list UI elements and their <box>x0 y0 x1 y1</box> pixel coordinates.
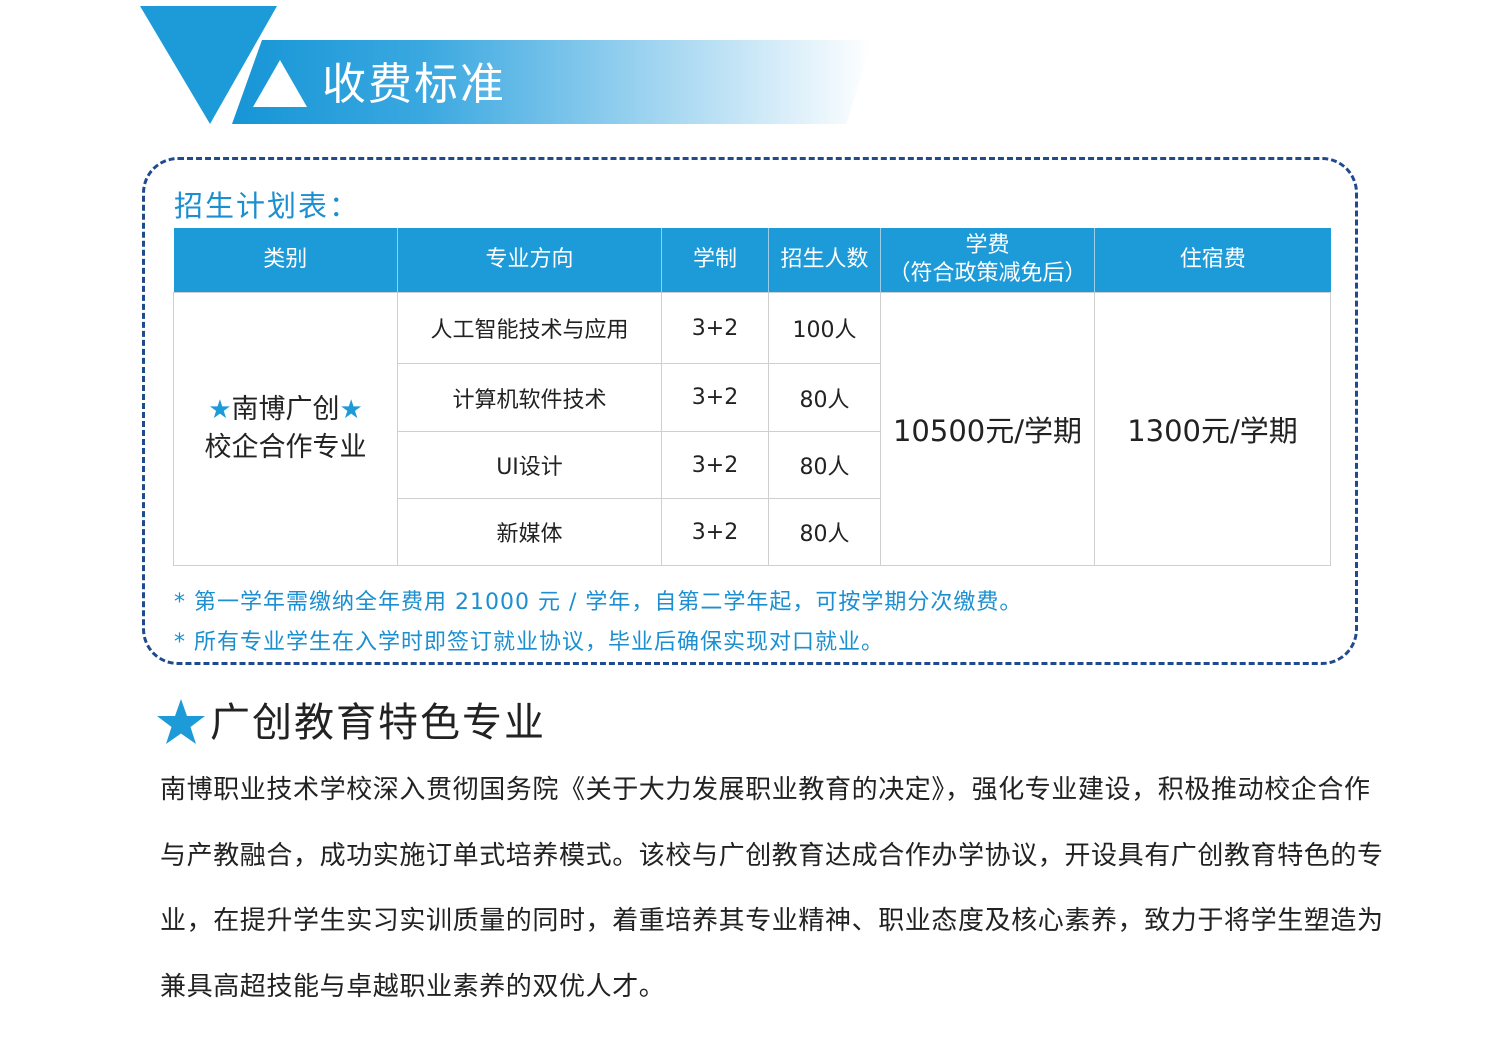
table-row: ★南博广创★ 校企合作专业 人工智能技术与应用 3+2 100人 10500元/… <box>173 292 1331 566</box>
major-cell: UI设计 <box>397 431 662 499</box>
header-dorm: 住宿费 <box>1094 228 1331 293</box>
featured-title: 广创教育特色专业 <box>210 700 546 746</box>
table-header-row: 类别 专业方向 学制 招生人数 学费 （符合政策减免后） 住宿费 <box>173 228 1331 293</box>
major-cell: 新媒体 <box>397 498 662 566</box>
star-icon: ★ <box>339 395 363 425</box>
header-enroll: 招生人数 <box>768 228 881 293</box>
employment-note: * 所有专业学生在入学时即签订就业协议，毕业后确保实现对口就业。 <box>174 630 884 655</box>
category-line-2: 校企合作专业 <box>204 432 367 463</box>
category-cell: ★南博广创★ 校企合作专业 <box>173 292 398 566</box>
duration-cell: 3+2 <box>661 431 769 499</box>
enroll-cell: 80人 <box>768 498 881 566</box>
section-title: 收费标准 <box>322 59 506 110</box>
header-tuition: 学费 （符合政策减免后） <box>880 228 1095 293</box>
enroll-cell: 80人 <box>768 431 881 499</box>
category-line-1: ★南博广创★ <box>174 391 397 429</box>
triangle-icon <box>253 60 307 107</box>
category-name: 南博广创 <box>231 394 340 425</box>
enrollment-table: 类别 专业方向 学制 招生人数 学费 （符合政策减免后） 住宿费 ★南博广创★ … <box>173 228 1331 566</box>
header-category: 类别 <box>173 228 398 293</box>
enroll-cell: 80人 <box>768 363 881 432</box>
tuition-cell: 10500元/学期 <box>880 292 1095 566</box>
duration-cell: 3+2 <box>661 292 769 364</box>
header-tuition-label: 学费 <box>965 233 1010 258</box>
header-major: 专业方向 <box>397 228 662 293</box>
major-cell: 人工智能技术与应用 <box>397 292 662 364</box>
fee-note: * 第一学年需缴纳全年费用 21000 元 / 学年，自第二学年起，可按学期分次… <box>174 590 1023 615</box>
dorm-fee-cell: 1300元/学期 <box>1094 292 1331 566</box>
star-icon: ★ <box>208 395 232 425</box>
enroll-cell: 100人 <box>768 292 881 364</box>
duration-cell: 3+2 <box>661 498 769 566</box>
duration-cell: 3+2 <box>661 363 769 432</box>
plan-title: 招生计划表： <box>174 189 361 223</box>
star-icon <box>157 699 205 744</box>
header-duration: 学制 <box>661 228 769 293</box>
major-cell: 计算机软件技术 <box>397 363 662 432</box>
header-tuition-note: （符合政策减免后） <box>888 261 1087 286</box>
featured-paragraph: 南博职业技术学校深入贯彻国务院《关于大力发展职业教育的决定》，强化专业建设，积极… <box>160 775 1384 1002</box>
